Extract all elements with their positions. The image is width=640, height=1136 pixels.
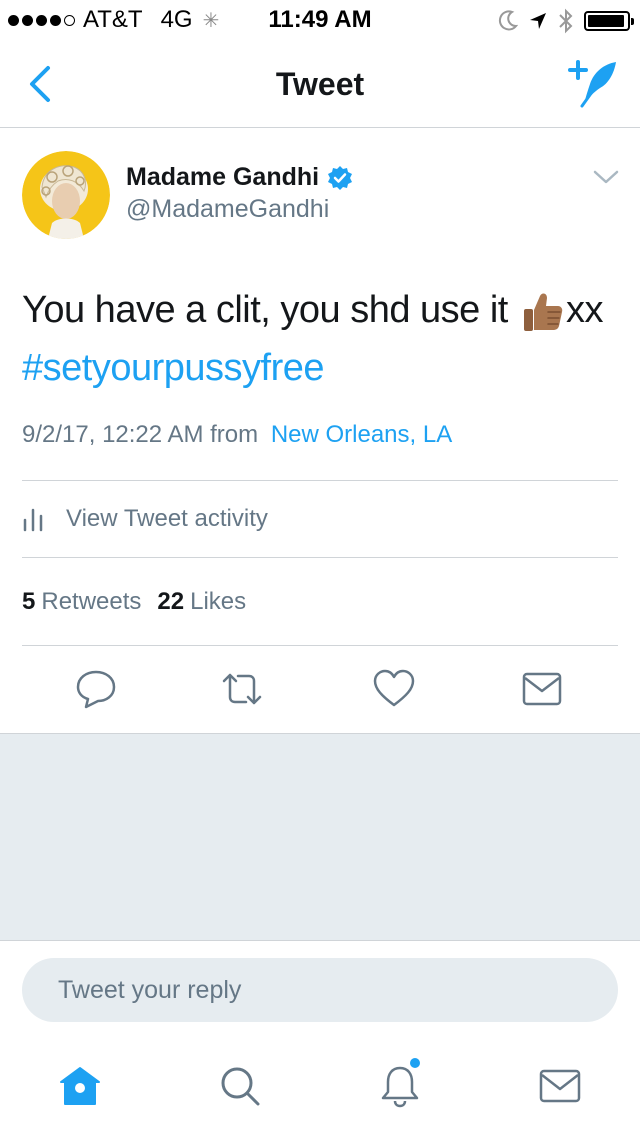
tweet-actions bbox=[0, 647, 640, 733]
moon-icon bbox=[498, 10, 518, 31]
activity-label: View Tweet activity bbox=[66, 505, 268, 532]
location-link[interactable]: New Orleans, LA bbox=[271, 421, 452, 448]
divider bbox=[22, 557, 618, 558]
bar-chart-icon bbox=[23, 508, 43, 532]
tweet-timestamp: 9/2/17, 12:22 AM bbox=[22, 421, 204, 448]
location-arrow-icon bbox=[530, 13, 546, 29]
likes-count-link[interactable]: 22 Likes bbox=[157, 588, 246, 616]
messages-icon[interactable] bbox=[538, 1064, 582, 1108]
verified-badge-icon bbox=[328, 165, 353, 190]
chevron-down-icon[interactable] bbox=[592, 167, 620, 187]
author-name[interactable]: Madame Gandhi bbox=[126, 163, 353, 192]
compose-tweet-icon[interactable] bbox=[568, 58, 620, 108]
status-right bbox=[498, 8, 634, 34]
avatar[interactable] bbox=[22, 151, 110, 239]
from-label: from bbox=[210, 421, 259, 448]
battery-icon bbox=[584, 11, 634, 31]
reply-icon[interactable] bbox=[74, 669, 118, 709]
reply-placeholder: Tweet your reply bbox=[58, 975, 242, 1004]
like-icon[interactable] bbox=[372, 669, 416, 709]
tab-bar bbox=[0, 1040, 640, 1136]
replies-area bbox=[0, 733, 640, 941]
status-bar: AT&T 4G ✳ 11:49 AM bbox=[0, 0, 640, 40]
notifications-icon bbox=[381, 1066, 419, 1108]
thumbs-up-icon bbox=[523, 293, 563, 331]
notification-dot bbox=[410, 1058, 420, 1068]
search-icon[interactable] bbox=[218, 1064, 262, 1108]
author-handle[interactable]: @MadameGandhi bbox=[126, 195, 329, 224]
divider bbox=[22, 645, 618, 646]
tweet-text: You have a clit, you shd use it xx #sety… bbox=[22, 281, 622, 397]
hashtag-link[interactable]: #setyourpussyfree bbox=[22, 347, 325, 389]
author-name-text: Madame Gandhi bbox=[126, 163, 320, 191]
retweets-label: Retweets bbox=[41, 588, 142, 615]
notifications-tab[interactable] bbox=[378, 1058, 422, 1108]
engagement-stats: 5 Retweets 22 Likes bbox=[22, 559, 262, 645]
page-title: Tweet bbox=[275, 66, 365, 102]
retweets-count-link[interactable]: 5 Retweets bbox=[22, 588, 141, 616]
view-tweet-activity-button[interactable]: View Tweet activity bbox=[22, 481, 618, 557]
battery-level bbox=[588, 15, 625, 27]
retweet-icon[interactable] bbox=[220, 669, 264, 709]
direct-message-icon[interactable] bbox=[520, 669, 564, 709]
tweet-text-body: You have a clit, you shd use it bbox=[22, 289, 508, 331]
likes-count: 22 bbox=[157, 588, 185, 615]
bluetooth-icon bbox=[559, 8, 573, 34]
retweets-count: 5 bbox=[22, 588, 36, 615]
tweet-text-suffix: xx bbox=[565, 289, 604, 331]
home-icon[interactable] bbox=[58, 1064, 102, 1108]
likes-label: Likes bbox=[190, 588, 247, 615]
reply-input[interactable]: Tweet your reply bbox=[22, 958, 618, 1022]
navigation-bar: Tweet bbox=[0, 40, 640, 128]
tweet-meta: 9/2/17, 12:22 AM from New Orleans, LA bbox=[22, 421, 452, 449]
